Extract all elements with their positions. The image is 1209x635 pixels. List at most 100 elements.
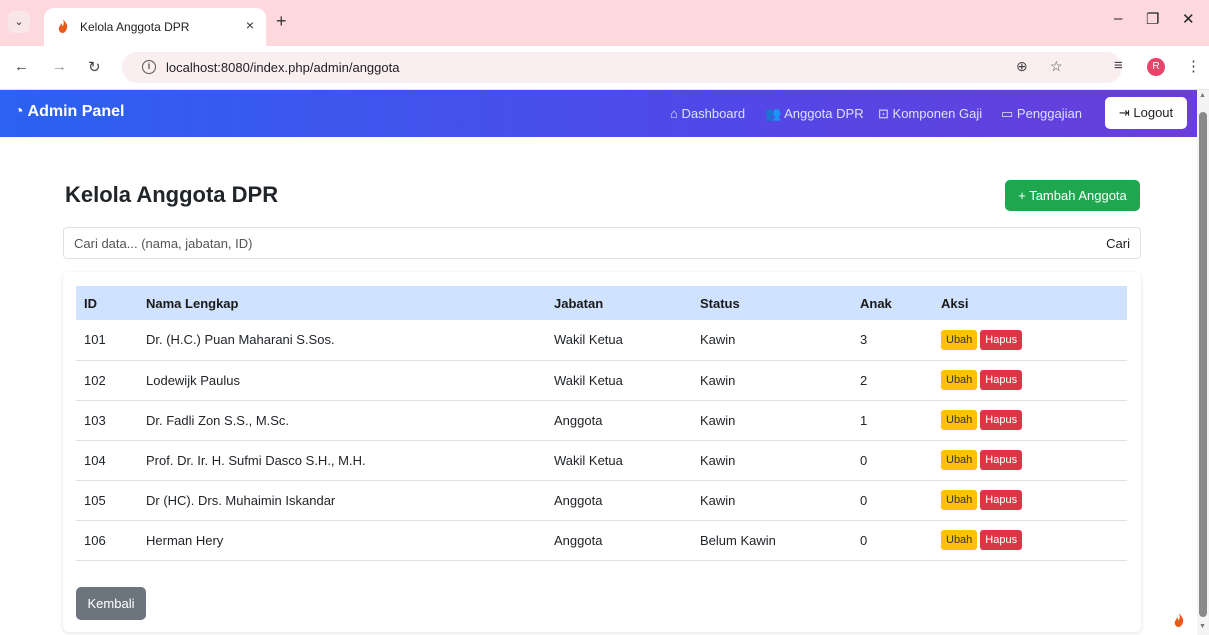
- nav-link-dashboard[interactable]: ⌂ Dashboard: [670, 106, 745, 121]
- minimize-icon[interactable]: –: [1114, 10, 1122, 27]
- page-scrollbar[interactable]: ▲ ▼: [1197, 90, 1209, 635]
- url-text[interactable]: localhost:8080/index.php/admin/anggota: [166, 60, 399, 75]
- search-button[interactable]: Cari: [1106, 236, 1130, 251]
- cell-id: 102: [76, 360, 138, 401]
- table-row: 106 Herman Hery Anggota Belum Kawin 0 Ub…: [76, 520, 1127, 561]
- header-jabatan: Jabatan: [554, 295, 604, 311]
- cell-id: 105: [76, 480, 138, 521]
- close-tab-icon[interactable]: ×: [246, 17, 254, 33]
- delete-button[interactable]: Hapus: [980, 450, 1023, 470]
- cell-status: Kawin: [692, 440, 852, 481]
- cell-anak: 1: [852, 400, 933, 441]
- nav-link-penggajian[interactable]: ▭ Penggajian: [1001, 106, 1082, 122]
- edit-button[interactable]: Ubah: [941, 410, 978, 430]
- back-button[interactable]: Kembali: [76, 587, 146, 620]
- cell-anak: 0: [852, 520, 933, 561]
- cell-aksi: Ubah Hapus: [933, 520, 1127, 561]
- site-info-icon[interactable]: i: [142, 60, 156, 74]
- table-row: 101 Dr. (H.C.) Puan Maharani S.Sos. Waki…: [76, 320, 1127, 361]
- people-icon: 👥: [765, 106, 782, 121]
- cell-status: Kawin: [692, 400, 852, 441]
- folder-icon: ▭: [1001, 106, 1014, 121]
- scroll-down-icon[interactable]: ▼: [1199, 623, 1206, 630]
- header-id: ID: [84, 295, 97, 311]
- nav-link-anggota[interactable]: 👥 Anggota DPR: [765, 106, 864, 122]
- tab-title: Kelola Anggota DPR: [80, 20, 190, 34]
- edit-button[interactable]: Ubah: [941, 370, 978, 390]
- logout-button[interactable]: ⇥ Logout: [1105, 97, 1187, 129]
- members-card: ID Nama Lengkap Jabatan Status Anak Aksi…: [63, 272, 1141, 632]
- cell-nama: Dr (HC). Drs. Muhaimin Iskandar: [138, 480, 546, 521]
- cell-anak: 2: [852, 360, 933, 401]
- forward-arrow-icon[interactable]: →: [52, 58, 67, 75]
- money-icon: ⊡: [878, 106, 889, 121]
- cell-anak: 3: [852, 320, 933, 361]
- header-anak: Anak: [860, 295, 892, 311]
- app-navbar: ◔ Admin Panel ⌂ Dashboard 👥 Anggota DPR …: [0, 90, 1197, 137]
- bookmark-star-icon[interactable]: ☆: [1050, 58, 1063, 75]
- restore-icon[interactable]: ❐: [1146, 10, 1159, 28]
- page-title: Kelola Anggota DPR: [65, 182, 279, 207]
- add-member-button[interactable]: + Tambah Anggota: [1005, 180, 1140, 211]
- delete-button[interactable]: Hapus: [980, 490, 1023, 510]
- codeigniter-favicon-icon: [58, 19, 68, 33]
- cell-status: Kawin: [692, 360, 852, 401]
- table-header-row: ID Nama Lengkap Jabatan Status Anak Aksi: [76, 286, 1127, 320]
- cell-jabatan: Anggota: [546, 400, 692, 441]
- header-status: Status: [700, 295, 740, 311]
- close-window-icon[interactable]: ✕: [1182, 10, 1195, 28]
- edit-button[interactable]: Ubah: [941, 329, 978, 350]
- cell-jabatan: Wakil Ketua: [546, 440, 692, 481]
- speedometer-icon: ◔: [14, 103, 24, 120]
- cell-aksi: Ubah Hapus: [933, 480, 1127, 521]
- scroll-thumb[interactable]: [1199, 112, 1207, 617]
- browser-tab[interactable]: Kelola Anggota DPR ×: [44, 8, 266, 46]
- members-table: ID Nama Lengkap Jabatan Status Anak Aksi…: [76, 286, 1127, 561]
- cell-jabatan: Anggota: [546, 520, 692, 561]
- search-group: Cari: [63, 227, 1141, 259]
- cell-aksi: Ubah Hapus: [933, 440, 1127, 481]
- table-row: 104 Prof. Dr. Ir. H. Sufmi Dasco S.H., M…: [76, 440, 1127, 481]
- edit-button[interactable]: Ubah: [941, 530, 978, 550]
- edit-button[interactable]: Ubah: [941, 450, 978, 470]
- browser-toolbar: ← → ↻ i localhost:8080/index.php/admin/a…: [0, 46, 1209, 90]
- cell-nama: Lodewijk Paulus: [138, 360, 546, 401]
- brand[interactable]: ◔ Admin Panel: [14, 103, 124, 121]
- nav-link-label: Dashboard: [681, 106, 746, 121]
- cell-nama: Herman Hery: [138, 520, 546, 561]
- profile-avatar[interactable]: R: [1147, 58, 1165, 76]
- cell-status: Kawin: [692, 480, 852, 521]
- cell-aksi: Ubah Hapus: [933, 400, 1127, 441]
- header-nama: Nama Lengkap: [146, 295, 239, 311]
- nav-link-label: Anggota DPR: [784, 106, 864, 121]
- address-bar[interactable]: i localhost:8080/index.php/admin/anggota…: [122, 52, 1122, 83]
- cell-id: 106: [76, 520, 138, 561]
- home-icon: ⌂: [670, 106, 678, 121]
- nav-link-komponen-gaji[interactable]: ⊡ Komponen Gaji: [878, 106, 982, 122]
- delete-button[interactable]: Hapus: [980, 410, 1023, 430]
- cell-nama: Dr. Fadli Zon S.S., M.Sc.: [138, 400, 546, 441]
- search-input[interactable]: [64, 228, 1094, 258]
- back-arrow-icon[interactable]: ←: [14, 58, 29, 75]
- delete-button[interactable]: Hapus: [980, 329, 1023, 350]
- zoom-icon[interactable]: ⊕: [1016, 58, 1028, 75]
- cell-nama: Dr. (H.C.) Puan Maharani S.Sos.: [138, 320, 546, 361]
- codeigniter-toolbar-icon[interactable]: [1172, 612, 1186, 628]
- cell-anak: 0: [852, 440, 933, 481]
- cell-jabatan: Wakil Ketua: [546, 360, 692, 401]
- table-row: 105 Dr (HC). Drs. Muhaimin Iskandar Angg…: [76, 480, 1127, 521]
- nav-link-label: Komponen Gaji: [892, 106, 983, 121]
- cell-jabatan: Wakil Ketua: [546, 320, 692, 361]
- more-menu-icon[interactable]: ⋮: [1186, 57, 1201, 75]
- edit-button[interactable]: Ubah: [941, 490, 978, 510]
- scroll-up-icon[interactable]: ▲: [1199, 92, 1206, 99]
- cell-jabatan: Anggota: [546, 480, 692, 521]
- cell-anak: 0: [852, 480, 933, 521]
- new-tab-button[interactable]: +: [276, 11, 287, 32]
- tab-search-dropdown-icon[interactable]: ⌄: [8, 11, 30, 33]
- delete-button[interactable]: Hapus: [980, 530, 1023, 550]
- cell-id: 101: [76, 320, 138, 361]
- reload-icon[interactable]: ↻: [88, 58, 101, 76]
- delete-button[interactable]: Hapus: [980, 370, 1023, 390]
- reading-list-icon[interactable]: ≡: [1114, 57, 1123, 74]
